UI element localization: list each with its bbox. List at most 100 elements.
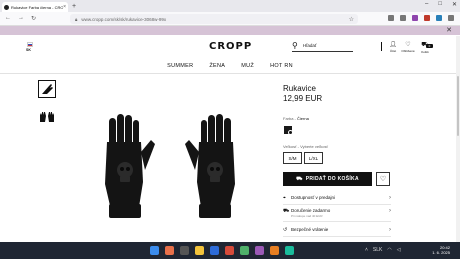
return-icon: ↺ [283,227,288,233]
chevron-right-icon: › [389,208,391,214]
close-tab-icon[interactable]: × [63,4,66,10]
truck-icon: ⛟ [283,208,290,214]
product-title: Rukavice [283,84,316,93]
heart-icon: ♡ [405,42,411,48]
menu-divider [0,73,460,74]
color-value: Čierna [297,116,309,121]
size-option-lxl[interactable]: L/XL [304,152,323,164]
menu-item-hot-rn[interactable]: HOT RN [269,63,294,69]
add-to-cart-button[interactable]: ⛟ PRIDAŤ DO KOŠÍKA [283,172,372,186]
firefox-icon[interactable] [165,246,174,255]
size-label: Veľkosť - Vyberte veľkosť [283,144,328,149]
wishlist-label: Obľúbené [401,49,415,53]
extension-badge-icon[interactable] [424,15,430,21]
maximize-icon[interactable]: □ [438,1,442,8]
add-to-cart-label: PRIDAŤ DO KOŠÍKA [305,176,359,182]
promo-banner: ✕ [0,26,460,35]
color-label: Farba - Čierna [283,116,309,121]
url-field[interactable]: 🔒︎ www.cropp.com/sk/sk/rukavice-3068w-99… [70,14,358,24]
back-icon[interactable]: ← [5,15,11,22]
app-icon[interactable] [255,246,264,255]
extension-blue-icon[interactable] [436,15,442,21]
os-taskbar: ˄ SLK ◠ ◁ 20:42 1. 6. 2025 [0,242,460,259]
slovakia-flag-icon[interactable] [27,42,33,47]
search-placeholder: Hľadať [302,43,317,48]
edge-icon[interactable] [210,246,219,255]
glove-thumbnail-icon [42,84,53,94]
free-delivery-sub: Pri nákupe nad 40 EUR [291,214,323,218]
gloves-pair-thumbnail-icon [40,112,54,122]
navigation-buttons: ← → ↻ [5,15,36,22]
menu-item-zena[interactable]: ŽENA [208,63,226,69]
tab-title: Rukavice Farba čierna - CROPP [11,4,64,10]
free-delivery-text: Doručenie zadarmo Pri nákupe nad 40 EUR [291,208,389,218]
pocket-icon[interactable] [388,15,394,21]
reload-icon[interactable]: ↻ [31,15,36,22]
chevron-up-icon[interactable]: ˄ [365,247,368,253]
safe-return-row[interactable]: ↺ Bezpečné vrátenie › [283,227,391,237]
app-icon[interactable] [270,246,279,255]
product-image[interactable] [85,112,255,222]
extension-icons [388,15,454,21]
task-view-icon[interactable] [180,246,189,255]
location-icon: ⌖ [283,195,286,201]
user-icon: 👤︎ [389,42,397,48]
app-icon[interactable] [240,246,249,255]
account-label: Účet [389,49,397,53]
new-tab-button[interactable]: + [72,3,76,10]
account-button[interactable]: 👤︎ Účet [386,41,400,53]
main-menu: SUMMER ŽENA MUŽ HOT RN [0,63,460,69]
heart-icon: ♡ [379,176,387,183]
scrollbar-thumb[interactable] [457,76,459,136]
system-tray: ˄ SLK ◠ ◁ [365,247,401,253]
cart-count-badge: 0 [426,44,433,48]
menu-item-muz[interactable]: MUŽ [240,63,255,69]
wishlist-button[interactable]: ♡ Obľúbené [401,41,415,53]
downloads-icon[interactable] [400,15,406,21]
minimize-icon[interactable]: – [425,1,428,8]
gloves-image [105,114,235,218]
cart-icon: ⛟ [296,175,303,182]
wifi-icon[interactable]: ◠ [387,247,391,253]
free-delivery-label: Doručenie zadarmo [291,208,331,213]
volume-icon[interactable]: ◁ [397,247,401,253]
search-box[interactable]: ⚲ Hľadať [292,40,353,52]
page-scrollbar[interactable] [456,36,460,242]
chevron-right-icon: › [389,227,391,233]
chevron-right-icon: › [389,195,391,201]
window-controls: – □ ✕ [425,1,457,8]
product-thumbnail-2[interactable] [38,108,56,126]
country-code[interactable]: SK [26,48,31,52]
clock[interactable]: 20:42 1. 6. 2025 [432,245,450,255]
store-availability-row[interactable]: ⌖ Dostupnosť v predajni › [283,195,391,205]
safe-return-label: Bezpečné vrátenie [291,227,329,232]
date: 1. 6. 2025 [432,250,450,255]
windows-start-icon[interactable] [150,246,159,255]
browser-tab-bar: Rukavice Farba čierna - CROPP × + – □ ✕ [0,0,460,12]
product-thumbnail-1[interactable] [38,80,56,98]
address-toolbar: ← → ↻ 🔒︎ www.cropp.com/sk/sk/rukavice-30… [0,12,460,26]
product-price: 12,99 EUR [283,94,323,103]
extension-icon[interactable] [412,15,418,21]
url-text: www.cropp.com/sk/sk/rukavice-3068w-99x [81,16,167,22]
search-icon[interactable]: ⚲ [292,41,298,50]
browser-tab[interactable]: Rukavice Farba čierna - CROPP × [2,2,68,12]
app-icon[interactable] [225,246,234,255]
promo-close-icon[interactable]: ✕ [446,26,452,35]
cropp-favicon-icon [4,4,9,10]
color-swatch-black[interactable] [284,126,293,135]
menu-icon[interactable] [448,15,454,21]
bookmark-star-icon[interactable]: ☆ [349,16,354,23]
language-indicator[interactable]: SLK [373,247,382,253]
size-option-sm[interactable]: S/M [283,152,302,164]
add-to-wishlist-button[interactable]: ♡ [376,172,390,186]
forward-icon[interactable]: → [18,15,24,22]
header-divider [381,42,382,51]
taskbar-apps [150,246,294,255]
file-explorer-icon[interactable] [195,246,204,255]
app-icon[interactable] [285,246,294,255]
menu-item-summer[interactable]: SUMMER [166,63,194,69]
window-close-icon[interactable]: ✕ [452,1,457,8]
site-logo[interactable]: CROPP [209,41,252,52]
free-delivery-row[interactable]: ⛟ Doručenie zadarmo Pri nákupe nad 40 EU… [283,208,391,222]
